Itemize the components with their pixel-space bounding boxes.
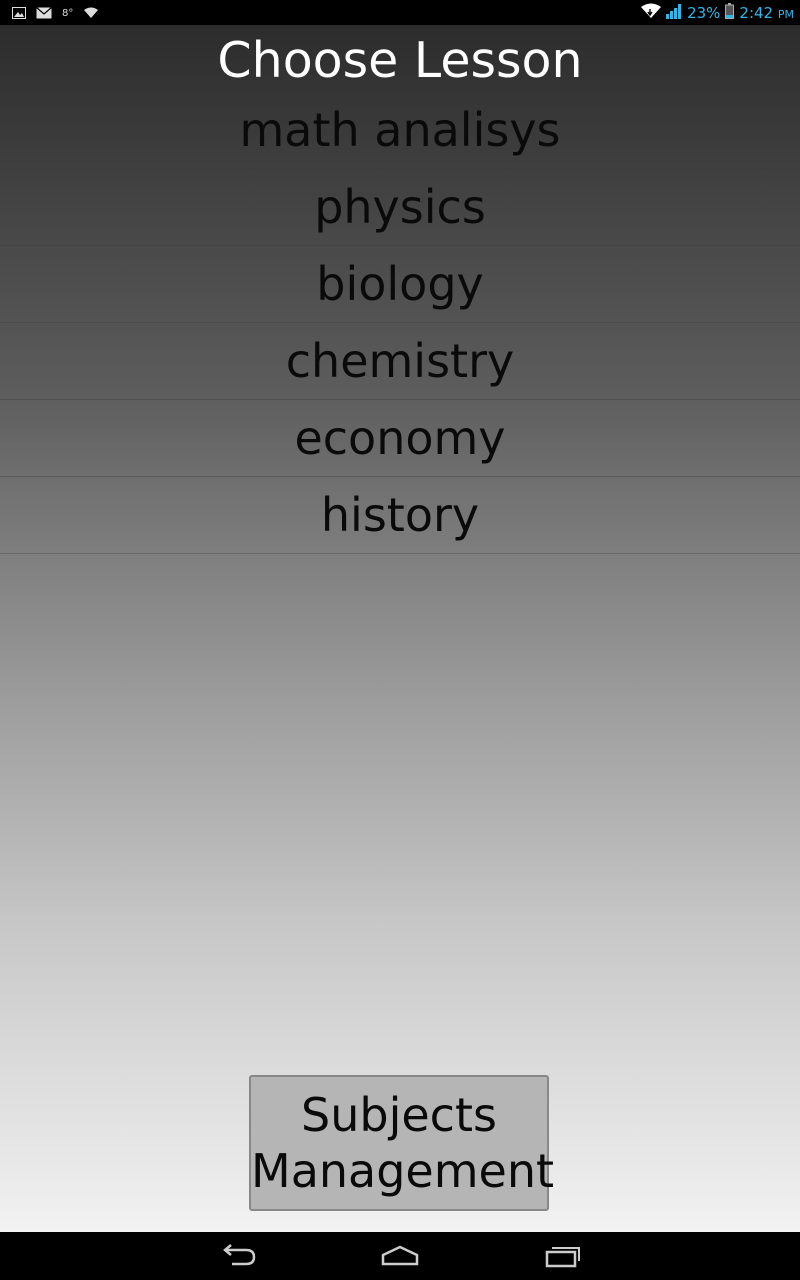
recent-apps-icon[interactable] [544, 1242, 584, 1274]
wifi-notification-icon [83, 4, 99, 23]
app-screen: Choose Lesson math analisys physics biol… [0, 25, 800, 1232]
list-item[interactable]: chemistry [0, 323, 800, 400]
subjects-button-line2: Management [251, 1144, 555, 1198]
clock-ampm: PM [777, 8, 794, 21]
battery-percent: 23% [687, 4, 721, 22]
clock: 2:42 PM [739, 4, 794, 22]
wifi-signal-icon [641, 3, 662, 23]
list-item[interactable]: biology [0, 246, 800, 323]
lesson-list: math analisys physics biology chemistry … [0, 92, 800, 554]
cell-signal-icon [666, 3, 682, 23]
notification-icons: 8° [12, 4, 99, 23]
home-icon[interactable] [380, 1242, 420, 1274]
gallery-notification-icon [12, 4, 26, 23]
temperature-notification-icon: 8° [62, 8, 74, 19]
clock-time: 2:42 [739, 4, 774, 22]
navigation-bar [0, 1232, 800, 1280]
subjects-management-button[interactable]: Subjects Management [249, 1075, 555, 1211]
list-item[interactable]: physics [0, 169, 800, 246]
status-bar: 8° 23% 2:42 PM [0, 0, 800, 25]
back-icon[interactable] [218, 1242, 258, 1274]
mail-notification-icon [36, 4, 52, 23]
list-item[interactable]: math analisys [0, 92, 800, 169]
page-title: Choose Lesson [217, 32, 583, 89]
battery-icon [725, 3, 735, 23]
system-status: 23% 2:42 PM [641, 3, 794, 23]
list-item[interactable]: history [0, 477, 800, 554]
list-item[interactable]: economy [0, 400, 800, 477]
subjects-button-line1: Subjects [301, 1088, 497, 1142]
